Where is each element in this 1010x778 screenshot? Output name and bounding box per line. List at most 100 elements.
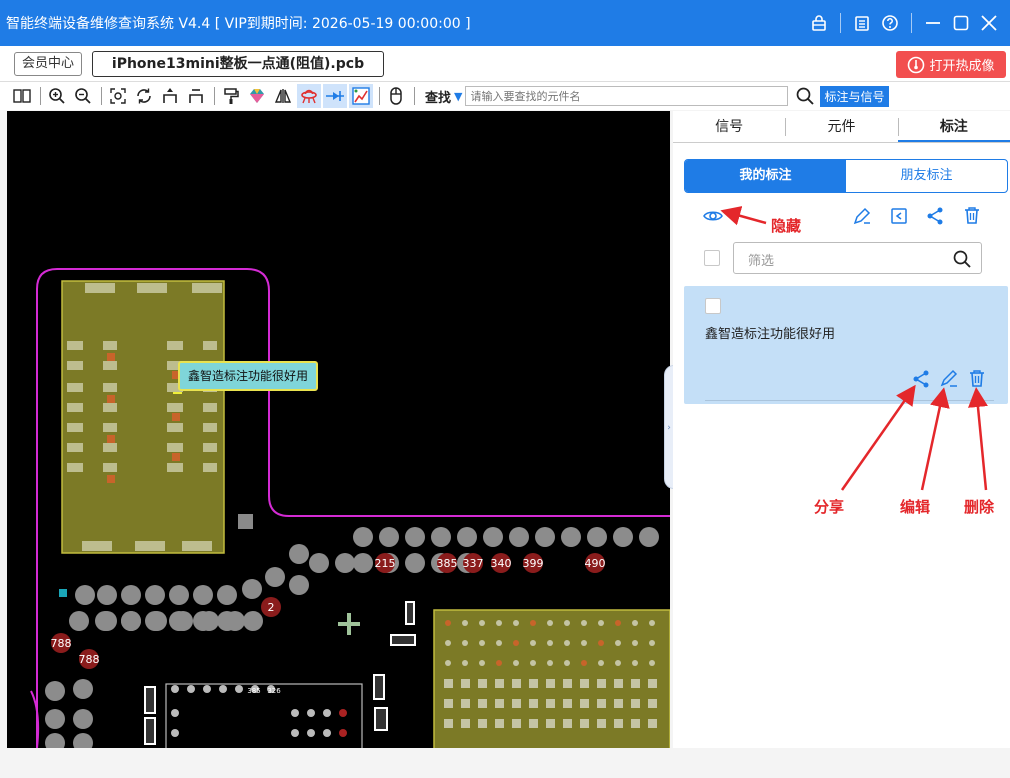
pcb-canvas[interactable]: 215 385 337 340 399 490 2 788 788 385 326 鑫智造标注功能很… [7,111,670,748]
file-tab[interactable]: iPhone13mini整板一点通(阻值).pcb [92,51,384,77]
flip-down-icon[interactable] [184,84,208,108]
annotation-card[interactable]: 鑫智造标注功能很好用 [684,286,1008,404]
ball-pad [242,579,262,599]
annotation-checkbox[interactable] [705,298,721,314]
smd-component-body [376,709,386,729]
smd-component-body [407,603,413,623]
lock-icon[interactable] [806,10,832,36]
component-pad [529,699,538,708]
ball-pad [405,527,425,547]
help-icon[interactable] [877,10,903,36]
component-pad [648,699,657,708]
component-pad [203,685,211,693]
component-pad [461,699,470,708]
probe-icon[interactable] [323,84,347,108]
trash-icon[interactable] [961,205,983,227]
calendar-icon[interactable] [849,10,875,36]
member-center-button[interactable]: 会员中心 [14,52,83,76]
component-pad-orange [107,395,115,403]
ball-pad [169,611,189,631]
card-share-icon[interactable] [910,368,932,390]
component-pad [512,719,521,728]
select-all-checkbox[interactable] [704,250,720,266]
component-pad [203,423,217,432]
edit-pen-icon[interactable] [851,205,873,227]
route-icon[interactable] [349,84,373,108]
component-pad [631,699,640,708]
component-pad [632,620,638,626]
component-pad [547,660,553,666]
segment-my-annotations[interactable]: 我的标注 [685,160,846,192]
component-pad [496,660,502,666]
filter-search-icon[interactable] [952,249,972,269]
card-delete-icon[interactable] [966,368,988,390]
component-pad [529,679,538,688]
label-signal-button[interactable]: 标注与信号 [820,85,889,107]
rotate-icon[interactable] [132,84,156,108]
component-pad [339,729,347,737]
find-dropdown-caret[interactable]: ▼ [454,90,462,103]
component-pad [580,679,589,688]
mouse-icon[interactable] [384,84,408,108]
component-pad [203,443,217,452]
component-pad [648,719,657,728]
ball-pad [193,585,213,605]
annotation-text: 鑫智造标注功能很好用 [705,327,836,342]
ball-pad [353,527,373,547]
component-pad [615,640,621,646]
ball-pad [97,585,117,605]
component-pad [564,660,570,666]
component-pad [444,719,453,728]
flip-up-icon[interactable] [158,84,182,108]
tab-signal[interactable]: 信号 [673,111,785,142]
ball-pad [97,611,117,631]
close-icon[interactable] [976,10,1002,36]
mirror-icon[interactable] [271,84,295,108]
split-view-icon[interactable] [10,84,34,108]
component-pad [192,283,222,293]
component-pad [219,685,227,693]
component-pad [187,685,195,693]
component-pad [546,679,555,688]
component-pad [67,341,83,350]
search-icon[interactable] [792,84,818,108]
component-pad [479,660,485,666]
component-pad [632,640,638,646]
component-pad [479,620,485,626]
eye-icon[interactable] [702,205,724,227]
pad-label: 385 [247,687,260,695]
thermal-imaging-button[interactable]: 打开热成像 [896,51,1006,78]
ball-pad [405,553,425,573]
filter-input[interactable]: 筛选 [733,242,982,274]
segment-friend-annotations[interactable]: 朋友标注 [846,160,1007,192]
component-pad [339,709,347,717]
maximize-icon[interactable] [948,10,974,36]
card-edit-icon[interactable] [938,368,960,390]
gem-icon[interactable] [245,84,269,108]
component-pad [291,729,299,737]
component-search-input[interactable] [465,86,789,106]
share-icon[interactable] [924,205,946,227]
component-pad [614,679,623,688]
tab-component[interactable]: 元件 [785,111,897,142]
thermal-imaging-label: 打开热成像 [929,59,995,74]
component-pad-orange [172,453,180,461]
component-pad [82,541,112,551]
component-pad [564,620,570,626]
component-pad [323,709,331,717]
zoom-in-icon[interactable] [45,84,69,108]
component-pad [203,463,217,472]
zoom-out-icon[interactable] [71,84,95,108]
ball-pad [217,585,237,605]
component-pad [649,620,655,626]
paint-roller-icon[interactable] [219,84,243,108]
component-pad-orange [107,353,115,361]
tab-annotation[interactable]: 标注 [897,111,1010,142]
minimize-icon[interactable] [920,10,946,36]
import-icon[interactable] [888,205,910,227]
ball-pad [613,527,633,547]
ufo-icon[interactable] [297,84,321,108]
component-pad [598,620,604,626]
ball-pad [353,553,373,573]
fit-view-icon[interactable] [106,84,130,108]
